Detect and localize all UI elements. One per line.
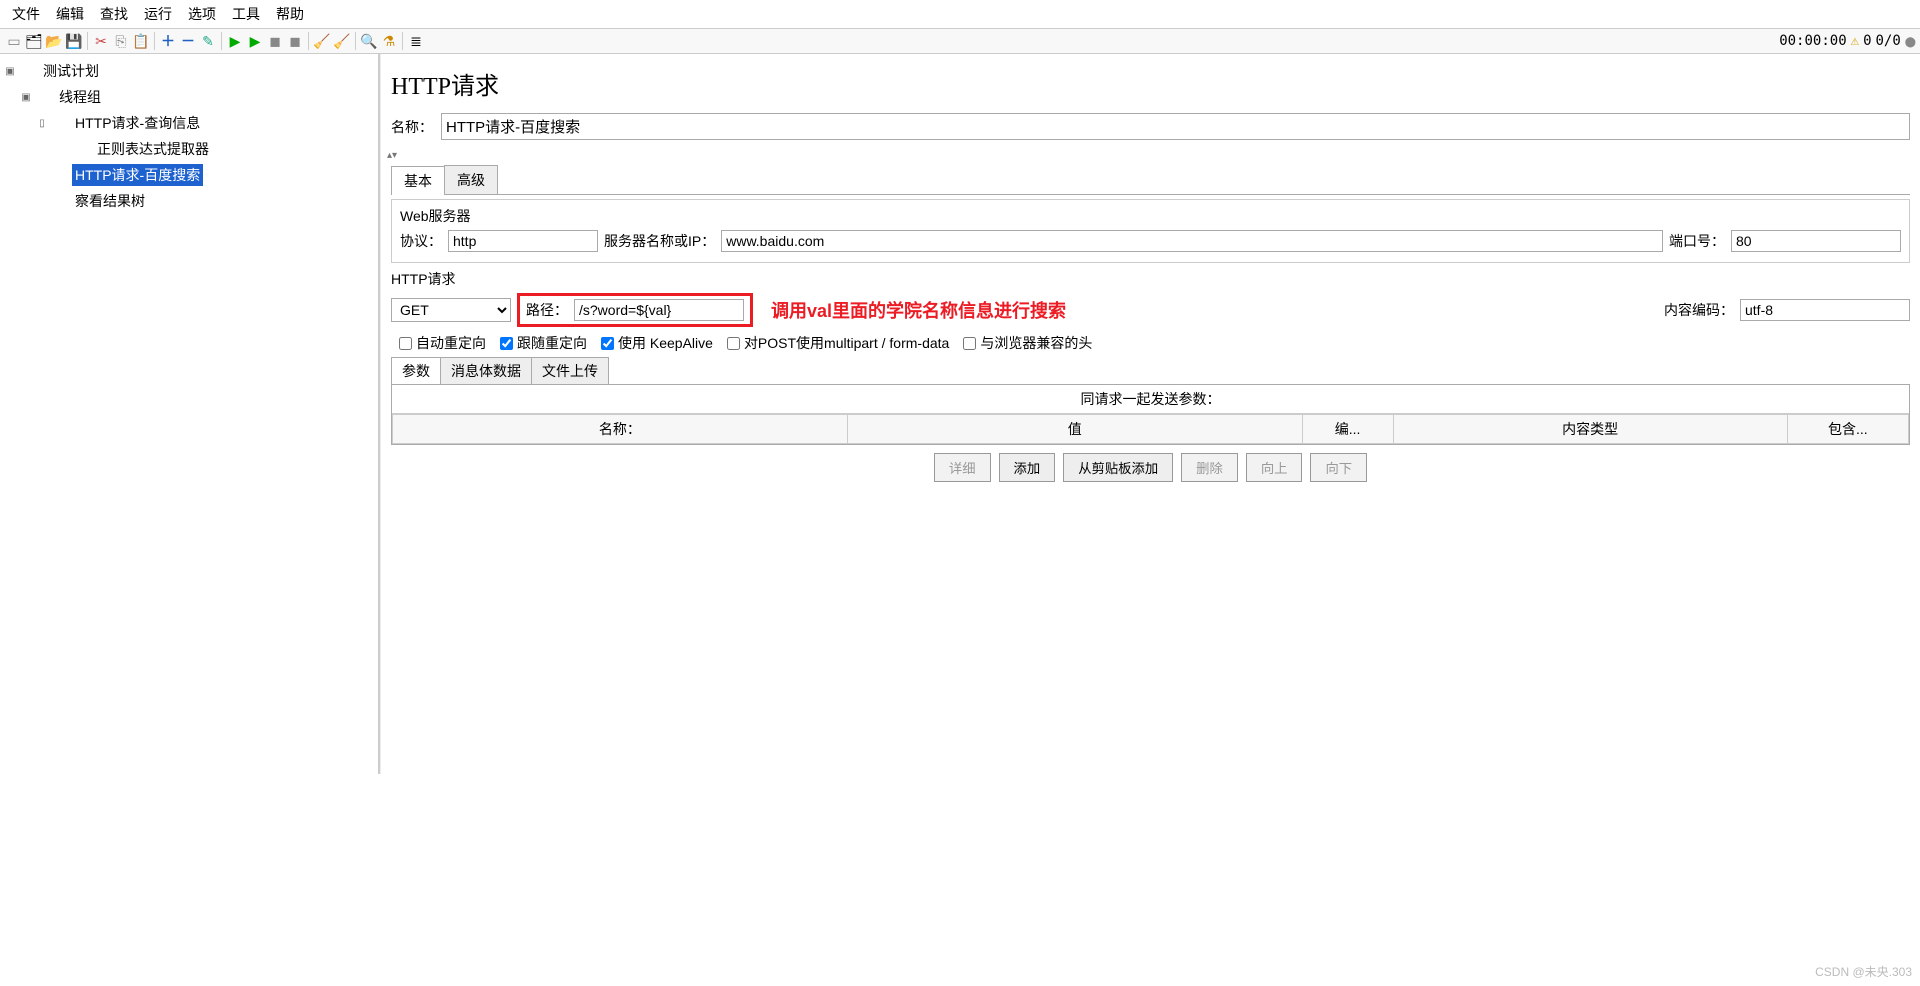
add-from-clipboard-button[interactable]: 从剪贴板添加 xyxy=(1063,453,1173,482)
shutdown-icon[interactable] xyxy=(286,32,304,50)
tree-http-baidu[interactable]: HTTP请求-百度搜索 xyxy=(4,162,374,188)
col-include[interactable]: 包含... xyxy=(1787,415,1908,444)
detail-button[interactable]: 详细 xyxy=(934,453,991,482)
thread-group-icon xyxy=(36,89,52,105)
warning-count: 0 xyxy=(1863,33,1871,49)
status-icon xyxy=(1905,33,1916,49)
clear-icon[interactable] xyxy=(313,32,331,50)
encoding-input[interactable] xyxy=(1740,299,1910,321)
paste-icon[interactable] xyxy=(132,32,150,50)
extractor-icon xyxy=(74,141,90,157)
clear-all-icon[interactable] xyxy=(333,32,351,50)
protocol-label: 协议： xyxy=(400,231,442,251)
toolbar: 00:00:00 0 0/0 xyxy=(0,28,1920,54)
menu-options[interactable]: 选项 xyxy=(180,2,224,26)
tree-label[interactable]: 正则表达式提取器 xyxy=(94,138,212,160)
stop-icon[interactable] xyxy=(266,32,284,50)
tree-label[interactable]: 线程组 xyxy=(56,86,104,108)
menu-file[interactable]: 文件 xyxy=(4,2,48,26)
new-icon[interactable] xyxy=(5,32,23,50)
collapse-icon[interactable]: ▣ xyxy=(4,66,16,77)
tree-label[interactable]: HTTP请求-百度搜索 xyxy=(72,164,203,186)
cut-icon[interactable] xyxy=(92,32,110,50)
collapse-icon[interactable]: ▣ xyxy=(20,92,32,103)
add-button[interactable]: 添加 xyxy=(999,453,1056,482)
thread-count: 0/0 xyxy=(1876,33,1901,49)
tree-label[interactable]: 测试计划 xyxy=(40,60,102,82)
col-encode[interactable]: 编... xyxy=(1302,415,1393,444)
subtab-params[interactable]: 参数 xyxy=(391,357,441,384)
search-icon[interactable] xyxy=(360,32,378,50)
port-label: 端口号： xyxy=(1669,231,1725,251)
http-request-legend: HTTP请求 xyxy=(391,269,1910,289)
menu-tools[interactable]: 工具 xyxy=(224,2,268,26)
name-label: 名称： xyxy=(391,117,441,137)
save-icon[interactable] xyxy=(65,32,83,50)
protocol-input[interactable] xyxy=(448,230,598,252)
tree-regex-extractor[interactable]: 正则表达式提取器 xyxy=(4,136,374,162)
server-label: 服务器名称或IP： xyxy=(604,231,715,251)
up-button[interactable]: 向上 xyxy=(1246,453,1303,482)
port-input[interactable] xyxy=(1731,230,1901,252)
collapse-icon[interactable]: ▯ xyxy=(36,118,48,129)
auto-redirect-checkbox[interactable]: 自动重定向 xyxy=(399,333,486,353)
col-value[interactable]: 值 xyxy=(847,415,1302,444)
keepalive-checkbox[interactable]: 使用 KeepAlive xyxy=(601,333,713,353)
listener-icon xyxy=(52,193,68,209)
sampler-icon xyxy=(52,167,68,183)
test-plan-tree[interactable]: ▣ 测试计划 ▣ 线程组 ▯ HTTP请求-查询信息 正则表达式提取器 HTTP… xyxy=(0,54,380,774)
tab-basic[interactable]: 基本 xyxy=(391,166,445,195)
start-no-timers-icon[interactable] xyxy=(246,32,264,50)
method-select[interactable]: GET xyxy=(391,298,511,322)
subtab-files[interactable]: 文件上传 xyxy=(531,357,609,384)
tree-results-tree[interactable]: 察看结果树 xyxy=(4,188,374,214)
web-server-legend: Web服务器 xyxy=(400,206,1901,226)
menu-find[interactable]: 查找 xyxy=(92,2,136,26)
tree-label[interactable]: HTTP请求-查询信息 xyxy=(72,112,203,134)
options-icon[interactable] xyxy=(407,32,425,50)
server-input[interactable] xyxy=(721,230,1663,252)
browser-compat-checkbox[interactable]: 与浏览器兼容的头 xyxy=(963,333,1092,353)
path-label: 路径： xyxy=(526,300,568,320)
splitter-handle[interactable]: ▴▾ xyxy=(387,150,1910,161)
watermark: CSDN @未央.303 xyxy=(1815,963,1912,980)
name-input[interactable] xyxy=(441,113,1910,140)
function-helper-icon[interactable] xyxy=(380,32,398,50)
subtab-body[interactable]: 消息体数据 xyxy=(440,357,532,384)
col-content-type[interactable]: 内容类型 xyxy=(1393,415,1787,444)
panel-title: HTTP请求 xyxy=(391,66,1910,101)
menu-edit[interactable]: 编辑 xyxy=(48,2,92,26)
multipart-checkbox[interactable]: 对POST使用multipart / form-data xyxy=(727,333,949,353)
tab-advanced[interactable]: 高级 xyxy=(444,165,498,194)
open-icon[interactable] xyxy=(45,32,63,50)
annotation-text: 调用val里面的学院名称信息进行搜索 xyxy=(771,297,1066,323)
elapsed-time: 00:00:00 xyxy=(1779,33,1846,49)
toggle-icon[interactable] xyxy=(199,32,217,50)
path-highlight: 路径： xyxy=(517,293,753,327)
menu-run[interactable]: 运行 xyxy=(136,2,180,26)
copy-icon[interactable] xyxy=(112,32,130,50)
expand-icon[interactable] xyxy=(159,32,177,50)
templates-icon[interactable] xyxy=(25,32,43,50)
delete-button[interactable]: 删除 xyxy=(1181,453,1238,482)
params-title: 同请求一起发送参数： xyxy=(392,385,1909,414)
sampler-icon xyxy=(52,115,68,131)
params-table[interactable]: 名称： 值 编... 内容类型 包含... xyxy=(392,414,1909,444)
path-input[interactable] xyxy=(574,299,744,321)
encoding-label: 内容编码： xyxy=(1664,300,1734,320)
collapse-icon[interactable] xyxy=(179,32,197,50)
tree-thread-group[interactable]: ▣ 线程组 xyxy=(4,84,374,110)
tree-root[interactable]: ▣ 测试计划 xyxy=(4,58,374,84)
follow-redirect-checkbox[interactable]: 跟随重定向 xyxy=(500,333,587,353)
start-icon[interactable] xyxy=(226,32,244,50)
tree-label[interactable]: 察看结果树 xyxy=(72,190,148,212)
menu-bar: 文件 编辑 查找 运行 选项 工具 帮助 xyxy=(0,0,1920,28)
test-plan-icon xyxy=(20,63,36,79)
down-button[interactable]: 向下 xyxy=(1310,453,1367,482)
tree-http-query[interactable]: ▯ HTTP请求-查询信息 xyxy=(4,110,374,136)
col-name[interactable]: 名称： xyxy=(393,415,848,444)
menu-help[interactable]: 帮助 xyxy=(268,2,312,26)
warning-icon[interactable] xyxy=(1851,33,1859,49)
